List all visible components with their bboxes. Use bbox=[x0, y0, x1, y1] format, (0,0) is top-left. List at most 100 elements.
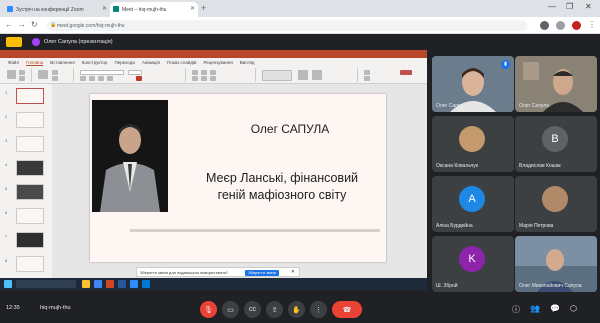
file-explorer-icon[interactable] bbox=[82, 280, 90, 288]
taskbar-search[interactable] bbox=[16, 280, 76, 288]
powerpoint-icon[interactable] bbox=[106, 280, 114, 288]
save-changes-button[interactable]: Зберегти зміни bbox=[245, 270, 279, 276]
ribbon-tab[interactable]: Файл bbox=[8, 60, 19, 65]
bullets-icon[interactable] bbox=[192, 70, 198, 75]
shapes-gallery[interactable] bbox=[262, 70, 292, 81]
reset-icon[interactable] bbox=[52, 76, 58, 81]
plus-icon[interactable]: + bbox=[201, 3, 206, 13]
extension-icon[interactable] bbox=[540, 21, 549, 30]
participant-tile[interactable]: Олег Сапула bbox=[515, 56, 597, 112]
participant-name: Владислав Кошак bbox=[519, 163, 561, 169]
browser-tab-strip: Зустріч на конференції Zoom ✕ Meet – hiq… bbox=[0, 0, 600, 17]
ribbon-tab[interactable]: Конструктор bbox=[82, 60, 108, 65]
bookmark-icon[interactable] bbox=[556, 21, 565, 30]
ribbon-tab[interactable]: Вигляд bbox=[240, 60, 255, 65]
participant-tile[interactable]: Марія Петрова bbox=[515, 176, 597, 232]
participant-tile[interactable]: B Владислав Кошак bbox=[515, 116, 597, 172]
reload-icon[interactable]: ↻ bbox=[31, 20, 38, 29]
slide-thumbnail[interactable] bbox=[16, 112, 44, 128]
slide-thumbnail[interactable] bbox=[16, 208, 44, 224]
menu-dots-icon[interactable]: ⋮ bbox=[588, 20, 596, 29]
participant-tile[interactable]: A Аліна Бурдейна bbox=[432, 176, 514, 232]
close-tab-icon[interactable]: ✕ bbox=[102, 5, 107, 12]
indent-icon[interactable] bbox=[210, 70, 216, 75]
slide-thumbnails: 1 2 3 4 5 6 7 8 bbox=[0, 84, 52, 280]
mic-off-button[interactable]: 🎙 bbox=[200, 301, 217, 318]
slide-thumbnail[interactable] bbox=[16, 88, 44, 104]
info-icon[interactable]: ⓘ bbox=[512, 304, 520, 315]
word-icon[interactable] bbox=[118, 280, 126, 288]
participant-name: Олег Сапула bbox=[519, 103, 549, 109]
slide-thumbnail[interactable] bbox=[16, 256, 44, 272]
end-call-icon: ☎ bbox=[342, 306, 352, 314]
current-slide[interactable]: Олег САПУЛА Меєр Ланські, фінансовий ген… bbox=[90, 94, 386, 262]
strikethrough-icon[interactable] bbox=[107, 76, 113, 81]
slide-title-line: геній мафіозного світу bbox=[217, 188, 347, 202]
ribbon-tab[interactable]: Анімація bbox=[142, 60, 160, 65]
forward-icon[interactable]: → bbox=[18, 20, 26, 29]
maximize-icon[interactable]: ❐ bbox=[566, 2, 573, 11]
align-right-icon[interactable] bbox=[210, 76, 216, 81]
browser-tab-meet[interactable]: Meet – hiq-mujh-thu ✕ bbox=[110, 2, 198, 17]
minimize-icon[interactable]: — bbox=[548, 2, 556, 11]
edge-icon[interactable] bbox=[142, 280, 150, 288]
chat-icon[interactable]: 💬 bbox=[550, 304, 560, 313]
close-window-icon[interactable]: ✕ bbox=[585, 2, 592, 11]
quick-styles-icon[interactable] bbox=[312, 70, 322, 80]
cut-icon[interactable] bbox=[19, 70, 25, 75]
address-bar[interactable]: 🔒 meet.google.com/hiq-mujh-thu bbox=[47, 20, 527, 31]
find-icon[interactable] bbox=[364, 70, 370, 75]
share-icon[interactable] bbox=[400, 70, 412, 75]
copy-icon[interactable] bbox=[19, 76, 25, 81]
captions-button[interactable]: cc bbox=[244, 301, 261, 318]
zoom-icon[interactable] bbox=[130, 280, 138, 288]
people-icon[interactable]: 👥 bbox=[530, 304, 540, 313]
camera-button[interactable]: ▭ bbox=[222, 301, 239, 318]
participant-tile[interactable]: Олег Миколайович Сапула bbox=[515, 236, 597, 292]
align-left-icon[interactable] bbox=[192, 76, 198, 81]
ribbon-tab[interactable]: Переходи bbox=[114, 60, 134, 65]
close-tab-icon[interactable]: ✕ bbox=[190, 5, 195, 12]
ribbon-tab[interactable]: Рецензування bbox=[203, 60, 232, 65]
windows-taskbar bbox=[0, 278, 427, 290]
participant-tile[interactable]: Оксана Ковальчук bbox=[432, 116, 514, 172]
italic-icon[interactable] bbox=[89, 76, 95, 81]
new-slide-icon[interactable] bbox=[38, 70, 48, 79]
slide-thumbnail[interactable] bbox=[16, 136, 44, 152]
slide-thumbnail[interactable] bbox=[16, 184, 44, 200]
font-select[interactable] bbox=[80, 70, 124, 75]
align-center-icon[interactable] bbox=[201, 76, 207, 81]
paste-icon[interactable] bbox=[7, 70, 16, 79]
close-icon[interactable]: ✕ bbox=[291, 269, 295, 275]
layout-icon[interactable] bbox=[52, 70, 58, 75]
arrange-icon[interactable] bbox=[298, 70, 308, 80]
underline-icon[interactable] bbox=[98, 76, 104, 81]
participant-tile[interactable]: K Ш. Зброй bbox=[432, 236, 514, 292]
font-size-select[interactable] bbox=[128, 70, 142, 75]
activities-icon[interactable]: ⬡ bbox=[570, 304, 577, 313]
browser-tab-zoom[interactable]: Зустріч на конференції Zoom ✕ bbox=[4, 2, 110, 17]
replace-icon[interactable] bbox=[364, 76, 370, 81]
slide-thumbnail[interactable] bbox=[16, 160, 44, 176]
numbering-icon[interactable] bbox=[201, 70, 207, 75]
participant-tile[interactable]: ▮ Олег Сапула bbox=[432, 56, 514, 112]
avatar[interactable] bbox=[572, 21, 581, 30]
more-options-button[interactable]: ⋮ bbox=[310, 301, 327, 318]
thumbnail-number: 6 bbox=[5, 210, 8, 215]
participant-name: Ш. Зброй bbox=[436, 283, 458, 289]
ribbon-tab[interactable]: Головна bbox=[26, 60, 43, 65]
captions-icon: cc bbox=[249, 306, 256, 313]
back-icon[interactable]: ← bbox=[5, 20, 13, 29]
present-button[interactable]: ⇪ bbox=[266, 301, 283, 318]
ribbon-tab[interactable]: Вставлення bbox=[50, 60, 75, 65]
font-color-icon[interactable] bbox=[136, 76, 142, 81]
chrome-icon[interactable] bbox=[94, 280, 102, 288]
save-notification: Зберегти зміни для подальшого використан… bbox=[136, 267, 300, 277]
windows-start-icon[interactable] bbox=[4, 280, 12, 288]
participant-avatar: B bbox=[542, 126, 568, 152]
ribbon-tab[interactable]: Показ слайдів bbox=[167, 60, 196, 65]
hand-button[interactable]: ✋ bbox=[288, 301, 305, 318]
bold-icon[interactable] bbox=[80, 76, 86, 81]
slide-thumbnail[interactable] bbox=[16, 232, 44, 248]
leave-call-button[interactable]: ☎ bbox=[332, 301, 362, 318]
